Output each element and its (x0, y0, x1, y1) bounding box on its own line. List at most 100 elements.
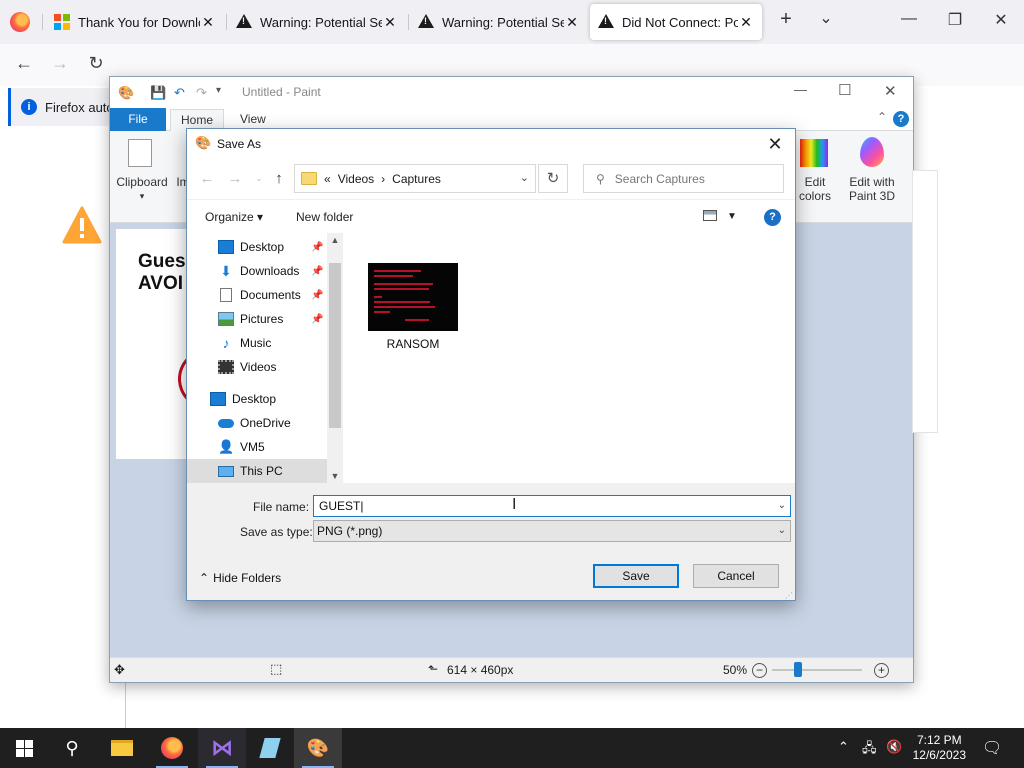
hide-folders-button[interactable]: ⌃ Hide Folders (199, 571, 281, 585)
network-icon[interactable]: 🖧 (862, 739, 877, 761)
browser-tab[interactable]: Warning: Potential Sec ✕ (228, 4, 406, 40)
paint-app-icon[interactable]: 🎨 (118, 85, 134, 101)
chevron-down-icon[interactable]: ⌄ (520, 171, 529, 184)
scroll-down-icon[interactable]: ▼ (327, 471, 343, 481)
edit-colors-button[interactable]: Edit colors (794, 175, 836, 203)
chevron-down-icon[interactable]: ⌄ (778, 521, 786, 541)
save-icon[interactable]: 💾 (150, 85, 166, 101)
file-item[interactable]: RANSOM (365, 263, 461, 351)
undo-icon[interactable]: ↶ (174, 85, 185, 101)
volume-muted-icon[interactable]: 🔇 (886, 739, 902, 755)
tab-close-icon[interactable]: ✕ (200, 14, 216, 31)
new-folder-button[interactable]: New folder (296, 210, 353, 224)
cancel-button[interactable]: Cancel (693, 564, 779, 588)
tree-item-music[interactable]: ♪ Music (187, 331, 327, 355)
tree-item-desktop-root[interactable]: Desktop (187, 387, 327, 411)
firefox-logo-icon[interactable] (10, 12, 30, 32)
scroll-up-icon[interactable]: ▲ (327, 235, 343, 245)
address-bar[interactable]: « Videos › Captures ⌄ (294, 164, 536, 193)
reload-icon[interactable]: ↻ (84, 53, 108, 74)
browser-tab[interactable]: Thank You for Downlo ✕ (46, 4, 224, 40)
firefox-taskbar-icon[interactable] (148, 728, 196, 768)
tree-item-desktop[interactable]: Desktop 📌 (187, 235, 327, 259)
browser-tab-active[interactable]: Did Not Connect: Pote ✕ (590, 4, 762, 40)
minimize-button[interactable]: — (794, 82, 807, 97)
paint-3d-icon[interactable] (860, 137, 884, 167)
change-view-icon[interactable] (703, 210, 717, 221)
search-input[interactable]: ⚲ Search Captures (583, 164, 784, 193)
up-arrow-icon[interactable]: ↑ (269, 170, 289, 187)
recent-locations-icon[interactable]: ⌄ (249, 173, 269, 184)
zoom-slider-track[interactable] (772, 669, 862, 671)
tab-close-icon[interactable]: ✕ (738, 14, 754, 31)
save-button[interactable]: Save (593, 564, 679, 588)
tree-item-pictures[interactable]: Pictures 📌 (187, 307, 327, 331)
start-button[interactable] (0, 728, 48, 768)
back-arrow-icon[interactable]: ← (12, 53, 36, 74)
collapse-ribbon-icon[interactable]: ⌃ (877, 110, 887, 124)
notepad-taskbar-icon[interactable] (246, 728, 294, 768)
tree-item-downloads[interactable]: ⬇ Downloads 📌 (187, 259, 327, 283)
edit-colors-icon[interactable] (800, 139, 828, 167)
zoom-slider-thumb[interactable] (794, 662, 802, 677)
zoom-out-button[interactable]: − (752, 663, 767, 678)
minimize-button[interactable]: — (894, 10, 924, 28)
scrollbar-thumb[interactable] (329, 263, 341, 428)
help-icon[interactable]: ? (764, 209, 781, 226)
breadcrumb-videos[interactable]: Videos (338, 172, 374, 186)
list-all-tabs-button[interactable]: ⌄ (811, 8, 841, 28)
close-button[interactable]: ✕ (884, 82, 897, 100)
system-clock[interactable]: 7:12 PM 12/6/2023 (913, 733, 966, 763)
tree-item-onedrive[interactable]: OneDrive (187, 411, 327, 435)
breadcrumb-overflow[interactable]: « (324, 172, 331, 186)
file-name-input[interactable]: GUEST| ⌄ (313, 495, 791, 517)
paint-taskbar-icon[interactable]: 🎨 (294, 728, 342, 768)
file-tab[interactable]: File (110, 108, 166, 131)
forward-arrow-icon[interactable]: → (48, 53, 72, 74)
maximize-button[interactable]: ☐ (838, 81, 851, 99)
refresh-icon[interactable]: ↻ (538, 164, 568, 193)
visual-studio-taskbar-icon[interactable]: ⋈ (198, 728, 246, 768)
zoom-in-button[interactable]: + (874, 663, 889, 678)
notifications-icon[interactable]: 🗨 (982, 738, 1002, 758)
warning-icon (62, 206, 102, 244)
edit-with-paint3d-button[interactable]: Edit with Paint 3D (842, 175, 902, 203)
tree-item-videos[interactable]: Videos (187, 355, 327, 379)
help-icon[interactable]: ? (893, 111, 909, 127)
canvas[interactable]: Gues AVOI (116, 229, 218, 459)
browser-tab[interactable]: Warning: Potential Sec ✕ (410, 4, 588, 40)
navigation-scrollbar[interactable]: ▲ ▼ (327, 233, 343, 483)
zoom-level: 50% (723, 663, 748, 677)
customize-quick-access-icon[interactable]: ▾ (216, 85, 221, 96)
forward-arrow-icon[interactable]: → (225, 170, 245, 187)
file-explorer-icon[interactable] (98, 728, 146, 768)
tab-title: Did Not Connect: Pote (622, 14, 738, 30)
chevron-up-icon[interactable]: ⌃ (838, 739, 849, 755)
breadcrumb-captures[interactable]: Captures (392, 172, 441, 186)
tab-title: Thank You for Downlo (78, 14, 200, 30)
redo-icon[interactable]: ↷ (196, 85, 207, 101)
tree-item-label: OneDrive (240, 416, 291, 430)
clipboard-label[interactable]: Clipboard (116, 175, 168, 189)
back-arrow-icon[interactable]: ← (197, 170, 217, 187)
tree-item-vm5[interactable]: 👤 VM5 (187, 435, 327, 459)
file-list[interactable]: RANSOM (345, 233, 795, 483)
close-button[interactable]: ✕ (986, 10, 1016, 30)
paste-icon[interactable] (128, 139, 152, 167)
pin-icon: 📌 (311, 241, 324, 253)
tree-item-documents[interactable]: Documents 📌 (187, 283, 327, 307)
close-icon[interactable]: ✕ (763, 134, 787, 155)
organize-button[interactable]: Organize ▾ (205, 210, 263, 224)
resize-grip-icon[interactable]: ⋰ (785, 591, 793, 600)
chevron-down-icon[interactable]: ▼ (727, 211, 737, 222)
tab-close-icon[interactable]: ✕ (564, 14, 580, 31)
chevron-down-icon[interactable]: ⌄ (778, 496, 786, 516)
tree-item-this-pc[interactable]: This PC (187, 459, 327, 483)
search-icon[interactable]: ⚲ (48, 728, 96, 768)
new-tab-button[interactable]: + (771, 8, 801, 31)
notification-text: Firefox auto (45, 99, 114, 115)
save-as-type-select[interactable]: PNG (*.png) ⌄ (313, 520, 791, 542)
restore-button[interactable]: ❐ (940, 10, 970, 30)
tree-item-label: VM5 (240, 440, 265, 454)
tab-close-icon[interactable]: ✕ (382, 14, 398, 31)
